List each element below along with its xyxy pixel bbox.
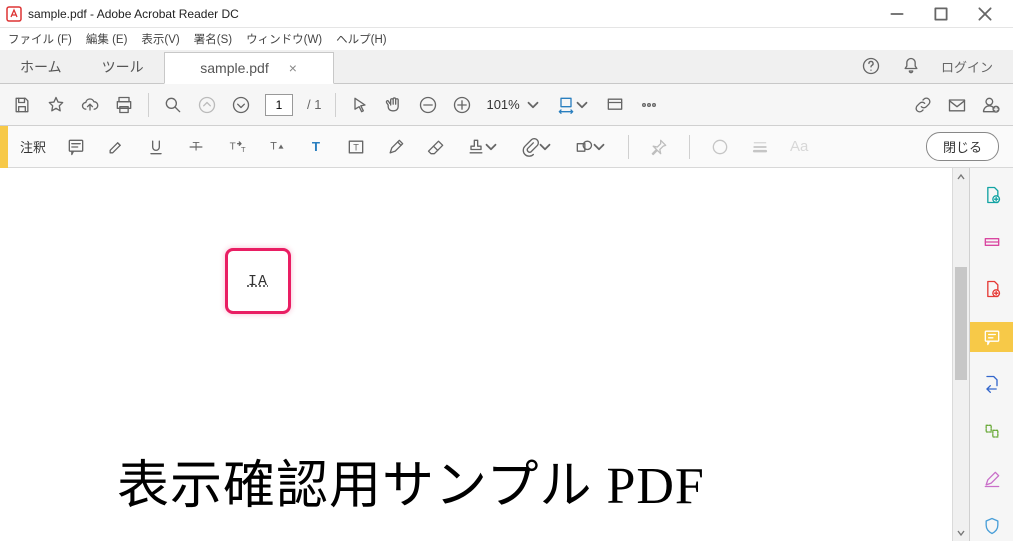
menu-sign[interactable]: 署名(S) [194, 31, 232, 47]
window-title: sample.pdf - Adobe Acrobat Reader DC [28, 7, 239, 21]
vertical-scrollbar[interactable] [952, 168, 969, 541]
menu-file[interactable]: ファイル (F) [8, 31, 72, 47]
cloud-upload-icon[interactable] [80, 95, 100, 115]
menu-help[interactable]: ヘルプ(H) [336, 31, 386, 47]
separator [689, 135, 690, 159]
separator [335, 93, 336, 117]
svg-text:T: T [241, 145, 246, 154]
scroll-down-icon[interactable] [953, 524, 969, 541]
maximize-button[interactable] [919, 0, 963, 27]
color-icon[interactable] [710, 137, 730, 157]
tab-document-label: sample.pdf [200, 60, 268, 76]
menubar: ファイル (F) 編集 (E) 表示(V) 署名(S) ウィンドウ(W) ヘルプ… [0, 28, 1013, 50]
star-icon[interactable] [46, 95, 66, 115]
rail-organize-icon[interactable] [970, 417, 1013, 446]
page-number-input[interactable] [265, 94, 293, 116]
menu-window[interactable]: ウィンドウ(W) [246, 31, 322, 47]
fit-width-icon[interactable] [556, 95, 591, 115]
read-mode-icon[interactable] [605, 95, 625, 115]
pencil-icon[interactable] [386, 137, 406, 157]
app-icon [6, 6, 22, 22]
svg-text:T: T [312, 139, 320, 154]
tabbar-right: ログイン [841, 49, 1013, 83]
comment-toolbar: 注釈 T TT T T T Aa 閉じる [0, 126, 1013, 168]
underline-icon[interactable] [146, 137, 166, 157]
insert-text-icon[interactable]: T [266, 137, 286, 157]
rail-create-pdf-icon[interactable] [970, 180, 1013, 209]
eraser-icon[interactable] [426, 137, 446, 157]
zoom-level[interactable]: 101% [486, 96, 541, 114]
tab-home-label: ホーム [20, 57, 62, 77]
draw-shapes-icon[interactable] [574, 137, 608, 157]
tabbar: ホーム ツール sample.pdf × ログイン [0, 50, 1013, 84]
rail-edit-pdf-icon[interactable] [970, 275, 1013, 304]
minimize-button[interactable] [875, 0, 919, 27]
close-tab-icon[interactable]: × [289, 60, 297, 76]
document-heading: 表示確認用サンプル PDF [117, 443, 705, 518]
separator [628, 135, 629, 159]
zoom-value: 101% [486, 97, 519, 112]
bell-icon[interactable] [901, 56, 921, 76]
main-toolbar: / 1 101% [0, 84, 1013, 126]
tab-home[interactable]: ホーム [0, 51, 82, 83]
zoom-in-icon[interactable] [452, 95, 472, 115]
help-icon[interactable] [861, 56, 881, 76]
replace-text-icon[interactable]: TT [226, 137, 246, 157]
textbox-icon[interactable]: T [346, 137, 366, 157]
comment-toolbar-wrap: 注釈 T TT T T T Aa 閉じる [0, 126, 1013, 168]
rail-combine-icon[interactable] [970, 227, 1013, 256]
share-person-icon[interactable] [981, 95, 1001, 115]
svg-text:T: T [230, 141, 236, 152]
line-weight-icon[interactable] [750, 137, 770, 157]
rail-sign-icon[interactable] [970, 464, 1013, 493]
login-link[interactable]: ログイン [941, 57, 993, 76]
add-text-icon[interactable]: T [306, 137, 326, 157]
highlight-icon[interactable] [106, 137, 126, 157]
separator [148, 93, 149, 117]
comment-marker [0, 126, 8, 168]
content-area: IA 表示確認用サンプル PDF [0, 168, 1013, 541]
titlebar: sample.pdf - Adobe Acrobat Reader DC [0, 0, 1013, 28]
text-cursor-highlight: IA [225, 248, 291, 314]
print-icon[interactable] [114, 95, 134, 115]
more-icon[interactable] [639, 95, 659, 115]
email-icon[interactable] [947, 95, 967, 115]
cursor-text-sample: IA [248, 273, 268, 290]
rail-export-icon[interactable] [970, 370, 1013, 399]
page-down-icon[interactable] [231, 95, 251, 115]
menu-view[interactable]: 表示(V) [141, 31, 179, 47]
menu-edit[interactable]: 編集 (E) [86, 31, 128, 47]
stamp-icon[interactable] [466, 137, 500, 157]
save-icon[interactable] [12, 95, 32, 115]
rail-comment-icon[interactable] [970, 322, 1013, 351]
pin-icon[interactable] [649, 137, 669, 157]
find-icon[interactable] [163, 95, 183, 115]
hand-icon[interactable] [384, 95, 404, 115]
document-view[interactable]: IA 表示確認用サンプル PDF [0, 168, 952, 541]
svg-text:T: T [353, 142, 359, 152]
close-button[interactable] [963, 0, 1007, 27]
tab-document[interactable]: sample.pdf × [164, 52, 334, 84]
scroll-thumb[interactable] [955, 267, 967, 380]
scroll-up-icon[interactable] [953, 168, 969, 185]
rail-protect-icon[interactable] [970, 512, 1013, 541]
strikethrough-icon[interactable]: T [186, 137, 206, 157]
attach-icon[interactable] [520, 137, 554, 157]
tab-tools-label: ツール [102, 57, 144, 77]
zoom-out-icon[interactable] [418, 95, 438, 115]
sticky-note-icon[interactable] [66, 137, 86, 157]
chevron-down-icon [573, 96, 591, 114]
page-total: / 1 [307, 97, 321, 112]
page-up-icon[interactable] [197, 95, 217, 115]
window-controls [875, 0, 1007, 27]
svg-text:T: T [270, 140, 277, 152]
share-link-icon[interactable] [913, 95, 933, 115]
close-comment-button[interactable]: 閉じる [926, 132, 999, 161]
comment-label: 注釈 [20, 137, 46, 156]
chevron-down-icon [524, 96, 542, 114]
select-icon[interactable] [350, 95, 370, 115]
font-icon[interactable]: Aa [790, 138, 808, 155]
tools-rail [969, 168, 1013, 541]
tab-tools[interactable]: ツール [82, 51, 164, 83]
